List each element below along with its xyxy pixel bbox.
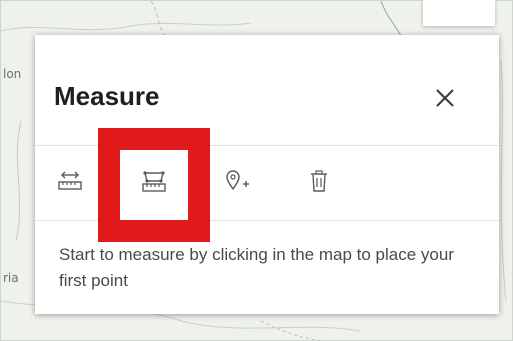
measure-distance-button[interactable]	[56, 167, 84, 195]
map-place-label: lon	[3, 67, 22, 81]
measure-distance-icon	[58, 171, 82, 190]
instruction-text: Start to measure by clicking in the map …	[59, 245, 454, 290]
measure-location-icon	[226, 170, 249, 191]
close-icon	[436, 89, 454, 107]
screen: lon ria Measure Start to measure by clic…	[0, 0, 513, 341]
panel-title: Measure	[54, 81, 160, 111]
measure-area-icon	[142, 171, 166, 192]
measure-panel: Measure Start to measure by clicking in …	[35, 35, 499, 314]
clear-measurements-button[interactable]	[305, 167, 333, 195]
map-place-label: ria	[3, 271, 19, 285]
header-divider	[35, 145, 499, 146]
measure-area-button[interactable]	[140, 167, 168, 195]
trash-icon	[311, 170, 327, 192]
map-widget-tab[interactable]	[423, 0, 495, 26]
toolbar-divider	[35, 220, 499, 221]
close-button[interactable]	[433, 86, 457, 110]
measure-location-button[interactable]	[223, 167, 251, 195]
